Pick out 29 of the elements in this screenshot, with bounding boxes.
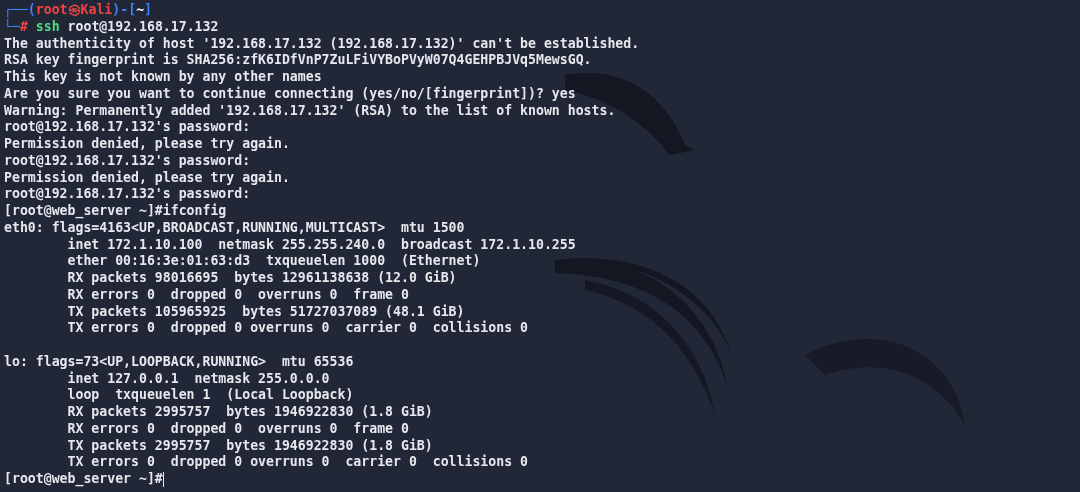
terminal-line: TX errors 0 dropped 0 overruns 0 carrier 0 collisions 0 — [66, 454, 529, 471]
terminal-line: RX packets 2995757 bytes 1946922830 (1.8 GiB) — [66, 404, 434, 421]
terminal-line: eth0: flags=4163<UP,BROADCAST,RUNNING,MULTICAST> mtu 1500 — [4, 219, 466, 237]
terminal-line: inet 127.0.0.1 netmask 255.0.0.0 — [66, 370, 331, 388]
terminal-line: Permission denied, please try again. — [4, 136, 291, 153]
text-cursor-icon — [162, 471, 164, 487]
terminal-line: root@192.168.17.132's password: — [4, 119, 252, 136]
command-line: └─# ssh root@192.168.17.132 — [4, 18, 220, 36]
terminal-line: inet 172.1.10.100 netmask 255.255.240.0 broadcast 172.1.10.255 — [66, 236, 577, 254]
terminal-line: This key is not known by any other names — [4, 69, 323, 86]
prompt-line: ┌──(root㉿Kali)-[~] — [4, 2, 154, 19]
terminal-line: ether 00:16:3e:01:63:d3 txqueuelen 1000 (Ethernet) — [66, 253, 482, 270]
terminal-line: [root@web_server ~]#ifconfig — [4, 203, 228, 220]
terminal-line: TX errors 0 dropped 0 overruns 0 carrier 0 collisions 0 — [66, 320, 529, 337]
terminal-line: The authenticity of host '192.168.17.132 (192.168.17.132)' can't be established. — [4, 35, 641, 52]
terminal-line: root@192.168.17.132's password: — [4, 186, 252, 203]
terminal-line: TX packets 2995757 bytes 1946922830 (1.8 GiB) — [66, 437, 434, 454]
terminal-line: Warning: Permanently added '192.168.17.132' (RSA) to the list of known hosts. — [4, 102, 617, 120]
terminal-line: loop txqueuelen 1 (Local Loopback) — [66, 387, 355, 404]
terminal-line: RX errors 0 dropped 0 overruns 0 frame 0 — [66, 420, 410, 438]
terminal-line: RSA key fingerprint is SHA256:zfK6IDfVnP7ZuLFiVYBoPVyW07Q4GEHPBJVq5MewsGQ. — [4, 52, 593, 69]
terminal-line: Are you sure you want to continue connecting (yes/no/[fingerprint])? yes — [4, 85, 577, 103]
terminal-line: TX packets 105965925 bytes 51727037089 (48.1 GiB) — [66, 303, 466, 320]
terminal-line: lo: flags=73<UP,LOOPBACK,RUNNING> mtu 65536 — [4, 353, 355, 371]
terminal-line: root@192.168.17.132's password: — [4, 152, 252, 170]
terminal-line: [root@web_server ~]# — [4, 471, 163, 488]
terminal-line: RX errors 0 dropped 0 overruns 0 frame 0 — [66, 286, 410, 304]
terminal-line: RX packets 98016695 bytes 12961138638 (12.0 GiB) — [66, 270, 458, 287]
terminal-line: Permission denied, please try again. — [4, 169, 291, 187]
